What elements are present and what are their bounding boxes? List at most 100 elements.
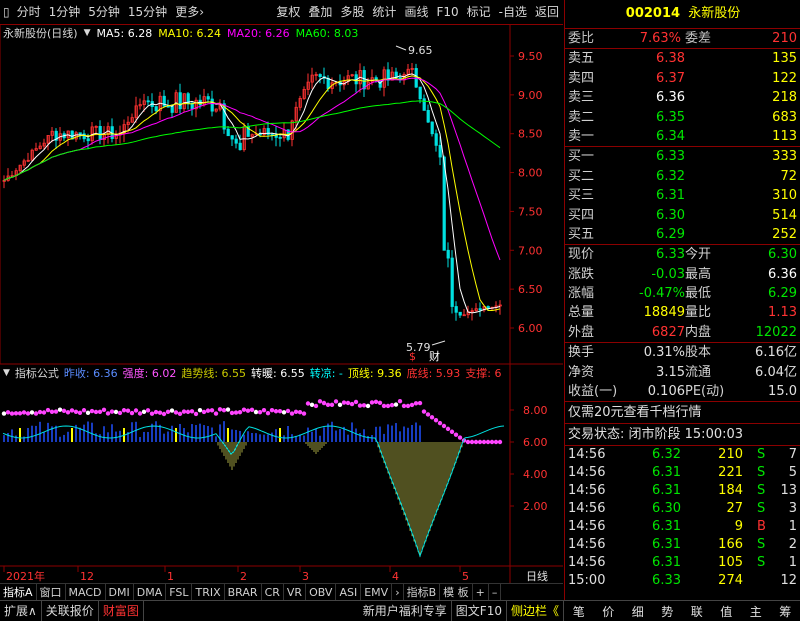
finance-marker[interactable]: 财 xyxy=(429,349,440,363)
period-1[interactable]: 1分钟 xyxy=(45,0,85,24)
tool-button-1[interactable]: 叠加 xyxy=(304,0,336,24)
strength-dot xyxy=(373,399,379,405)
candle-body xyxy=(434,133,438,146)
tick-list[interactable]: 14:56 6.32 210 S 7 14:56 6.31 221 S 5 14:56 6.31 184… xyxy=(565,446,800,590)
indicator-tab-3[interactable]: DMI xyxy=(106,584,134,601)
tool-button-3[interactable]: 统计 xyxy=(368,0,400,24)
panel-nav-6[interactable]: 主 xyxy=(750,603,762,620)
bid-4[interactable]: 买四 6.30 514 xyxy=(565,206,800,225)
fund-label-a-1: 净资 xyxy=(568,364,595,380)
strength-dot xyxy=(325,402,331,408)
ask-5[interactable]: 卖五 6.38 135 xyxy=(565,49,800,68)
candle-body xyxy=(318,74,322,77)
indicator-tab-9[interactable]: VR xyxy=(284,584,307,601)
quote-label-a-0: 现价 xyxy=(568,247,595,263)
bid-3[interactable]: 买三 6.31 310 xyxy=(565,186,800,205)
indicator-tab-0[interactable]: 指标A xyxy=(0,584,37,601)
strength-dot xyxy=(161,411,167,417)
period-2[interactable]: 5分钟 xyxy=(84,0,124,24)
panel-nav-2[interactable]: 细 xyxy=(632,603,644,620)
quote-label-b-4: 内盘 xyxy=(685,324,712,340)
panel-nav-0[interactable]: 笔 xyxy=(573,603,585,620)
panel-nav-3[interactable]: 势 xyxy=(661,603,673,620)
indicator-item-0: 昨收: 6.36 xyxy=(63,367,118,380)
panel-nav-4[interactable]: 联 xyxy=(691,603,703,620)
indicator-tab-14[interactable]: 指标B xyxy=(404,584,441,601)
strength-dot xyxy=(417,400,423,406)
candle-body xyxy=(446,249,450,259)
tick-price: 6.31 xyxy=(652,483,681,499)
strength-dot xyxy=(85,410,91,415)
tool-button-5[interactable]: F10 xyxy=(432,0,462,24)
indicator-tab-4[interactable]: DMA xyxy=(134,584,167,601)
indicator-tab-12[interactable]: EMV xyxy=(361,584,393,601)
tool-button-7[interactable]: -自选 xyxy=(495,0,531,24)
fund-label-a-2: 收益(一) xyxy=(568,384,618,400)
tool-button-2[interactable]: 多股 xyxy=(336,0,368,24)
status-right-2[interactable]: 侧边栏《 xyxy=(507,601,564,621)
bid-1[interactable]: 买一 6.33 333 xyxy=(565,147,800,166)
status-left-0[interactable]: 扩展∧ xyxy=(0,601,42,621)
indicator-tab-2[interactable]: MACD xyxy=(66,584,106,601)
kline-svg[interactable]: 9.50 9.00 8.50 8.00 7.50 7.00 6.50 6.00 8.00 6.00… xyxy=(0,24,563,584)
bid-3-price: 6.31 xyxy=(656,188,685,204)
tool-button-0[interactable]: 复权 xyxy=(272,0,304,24)
tick-side: S xyxy=(757,483,766,499)
dividend-marker[interactable]: $ xyxy=(409,350,416,363)
period-3[interactable]: 15分钟 xyxy=(124,0,171,24)
indicator-title[interactable]: 指标公式 xyxy=(15,365,59,381)
status-right-1[interactable]: 图文F10 xyxy=(452,601,507,621)
indicator-tab-15[interactable]: 模 板 xyxy=(440,584,473,601)
indicator-tab-16[interactable]: + xyxy=(473,584,489,601)
bid-5[interactable]: 买五 6.29 252 xyxy=(565,225,800,244)
panel-nav-5[interactable]: 值 xyxy=(720,603,732,620)
fund-value-a-2: 0.106 xyxy=(647,384,685,400)
indicator-menu-icon[interactable]: ▼ xyxy=(3,368,10,378)
indicator-tab-13[interactable]: › xyxy=(392,584,404,601)
indicator-tab-11[interactable]: ASI xyxy=(336,584,362,601)
status-left-2[interactable]: 财富图 xyxy=(99,601,144,621)
bid-1-label: 买一 xyxy=(568,149,595,165)
tick-volume: 274 xyxy=(718,573,743,589)
strength-dot xyxy=(301,411,307,416)
collapse-icon[interactable]: ▼ xyxy=(84,28,91,38)
strength-dot xyxy=(169,408,175,413)
tick-side: S xyxy=(757,555,766,571)
indicator-tab-17[interactable]: – xyxy=(489,584,502,601)
ask-3[interactable]: 卖三 6.36 218 xyxy=(565,88,800,107)
indicator-tab-1[interactable]: 窗口 xyxy=(37,584,66,601)
quote-value-b-3: 1.13 xyxy=(768,305,797,321)
ask-3-label: 卖三 xyxy=(568,90,595,106)
ask-2[interactable]: 卖二 6.35 683 xyxy=(565,108,800,127)
indicator-tab-8[interactable]: CR xyxy=(262,584,284,601)
candle-body xyxy=(450,257,454,307)
period-0[interactable]: 分时 xyxy=(13,0,45,24)
strength-dot xyxy=(53,409,59,414)
tool-button-4[interactable]: 画线 xyxy=(400,0,432,24)
quote-value-b-1: 6.36 xyxy=(768,266,797,282)
tool-button-8[interactable]: 返回 xyxy=(531,0,563,24)
ask-4[interactable]: 卖四 6.37 122 xyxy=(565,69,800,88)
panel-nav-1[interactable]: 价 xyxy=(602,603,614,620)
tick-price: 6.30 xyxy=(652,501,681,517)
ask-1[interactable]: 卖一 6.34 113 xyxy=(565,127,800,146)
indicator-tab-7[interactable]: BRAR xyxy=(225,584,262,601)
tool-button-6[interactable]: 标记 xyxy=(463,0,495,24)
strength-dot xyxy=(289,411,295,416)
panel-nav-7[interactable]: 筹 xyxy=(779,603,791,620)
period-4[interactable]: 更多› xyxy=(171,0,208,24)
fund-value-a-0: 0.31% xyxy=(643,345,685,361)
status-right-0[interactable]: 新用户福利专享 xyxy=(359,601,452,621)
indicator-tab-6[interactable]: TRIX xyxy=(192,584,225,601)
bid-2-volume: 72 xyxy=(780,168,797,184)
promo-row[interactable]: 仅需20元查看千档行情 xyxy=(565,402,800,425)
kline-chart-area[interactable]: 9.50 9.00 8.50 8.00 7.50 7.00 6.50 6.00 8.00 6.00… xyxy=(0,24,563,619)
bid-2[interactable]: 买二 6.32 72 xyxy=(565,167,800,186)
status-left-1[interactable]: 关联报价 xyxy=(42,601,99,621)
strength-dot xyxy=(137,411,143,416)
indicator-tab-10[interactable]: OBV xyxy=(306,584,337,601)
indicator-tab-5[interactable]: FSL xyxy=(166,584,193,601)
strength-dot xyxy=(201,409,207,415)
window-icon[interactable]: ▯ xyxy=(0,5,13,19)
promo-link[interactable]: 仅需20元查看千档行情 xyxy=(568,402,702,423)
